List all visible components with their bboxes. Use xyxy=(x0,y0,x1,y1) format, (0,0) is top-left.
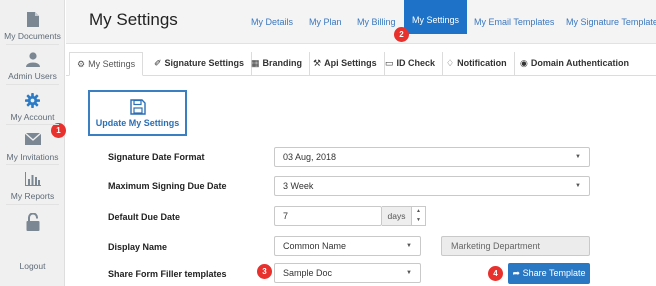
tab-branding[interactable]: ▦ Branding xyxy=(244,52,311,76)
tab-domain-authentication[interactable]: ◉ Domain Authentication xyxy=(513,52,636,76)
sidebar-item-label: Logout xyxy=(19,261,46,271)
sidebar-item-label: My Documents xyxy=(4,31,61,41)
tab-label: ID Check xyxy=(396,58,436,68)
number-spinner[interactable]: ▲ ▼ xyxy=(412,206,426,226)
share-form-filler-select[interactable]: Sample Doc ▼ xyxy=(274,263,421,283)
globe-icon: ◉ xyxy=(520,58,528,68)
tab-label: Signature Settings xyxy=(164,58,245,68)
sidebar-item-label: My Invitations xyxy=(6,152,59,162)
sidebar-item-label: Admin Users xyxy=(8,71,57,81)
save-icon xyxy=(129,99,146,115)
user-icon xyxy=(0,52,65,68)
nav-my-settings[interactable]: My Settings xyxy=(404,0,468,34)
tab-notification[interactable]: ♢ Notification xyxy=(439,52,515,76)
bell-icon: ♢ xyxy=(446,58,455,68)
nav-my-signature-templates[interactable]: My Signature Templates xyxy=(566,0,656,44)
sidebar-item-label: My Reports xyxy=(10,191,55,201)
nav-my-details[interactable]: My Details xyxy=(251,0,293,44)
signature-date-format-label: Signature Date Format xyxy=(108,152,205,162)
sidebar-item-admin-users[interactable]: Admin Users xyxy=(0,52,65,81)
share-icon: ➦ xyxy=(512,268,521,278)
display-name-readonly-field: Marketing Department xyxy=(441,236,590,256)
select-value: 03 Aug, 2018 xyxy=(283,152,337,162)
sidebar-divider xyxy=(6,124,59,125)
max-signing-due-date-select[interactable]: 3 Week ▼ xyxy=(274,176,590,196)
share-template-button[interactable]: ➦ Share Template xyxy=(508,263,590,284)
settings-tabs: ⚙ My Settings ✐ Signature Settings ▦ Brandi… xyxy=(66,52,656,76)
signature-date-format-select[interactable]: 03 Aug, 2018 ▼ xyxy=(274,147,590,167)
sidebar-item-label: My Account xyxy=(10,112,55,122)
tab-my-settings[interactable]: ⚙ My Settings xyxy=(69,52,144,76)
gear-icon xyxy=(0,93,65,109)
id-card-icon: ▭ xyxy=(385,58,394,68)
sidebar-divider xyxy=(6,44,59,45)
pen-icon: ✐ xyxy=(154,58,162,68)
chevron-up-icon[interactable]: ▲ xyxy=(412,207,425,216)
document-icon xyxy=(0,12,65,28)
sidebar-item-my-account[interactable]: My Account xyxy=(0,93,65,122)
tab-label: Domain Authentication xyxy=(530,58,630,68)
tab-label: Branding xyxy=(262,58,303,68)
chevron-down-icon: ▼ xyxy=(575,154,581,160)
select-value: 3 Week xyxy=(283,181,314,191)
lock-icon xyxy=(0,213,65,233)
update-button-label: Update My Settings xyxy=(95,118,180,128)
sidebar-item-my-invitations[interactable]: My Invitations xyxy=(0,133,65,162)
step-badge: 2 xyxy=(394,27,409,42)
bar-chart-icon xyxy=(0,172,65,188)
display-name-select[interactable]: Common Name ▼ xyxy=(274,236,421,256)
display-name-label: Display Name xyxy=(108,242,168,252)
chevron-down-icon: ▼ xyxy=(406,270,412,276)
days-unit-addon: days xyxy=(382,206,412,226)
step-badge: 3 xyxy=(257,264,272,279)
sidebar: My Documents Admin Users My Account 1 My… xyxy=(0,0,66,286)
tab-api-settings[interactable]: ⚒ Api Settings xyxy=(306,52,385,76)
share-button-label: Share Template xyxy=(522,268,586,278)
sidebar-item-my-documents[interactable]: My Documents xyxy=(0,12,65,41)
select-value: Common Name xyxy=(283,241,347,251)
sidebar-item-logout[interactable]: Logout xyxy=(0,213,65,271)
chevron-down-icon: ▼ xyxy=(406,243,412,249)
tab-label: My Settings xyxy=(88,59,136,69)
nav-my-plan[interactable]: My Plan xyxy=(309,0,342,44)
select-value: Sample Doc xyxy=(283,268,333,278)
share-form-filler-label: Share Form Filler templates xyxy=(108,269,227,279)
nav-my-billing[interactable]: My Billing xyxy=(357,0,396,44)
wrench-icon: ⚒ xyxy=(313,58,322,68)
sidebar-divider xyxy=(6,164,59,165)
page-title: My Settings xyxy=(89,10,178,29)
tab-signature-settings[interactable]: ✐ Signature Settings xyxy=(147,52,253,76)
chevron-down-icon[interactable]: ▼ xyxy=(412,216,425,225)
tab-label: Notification xyxy=(457,58,507,68)
sidebar-divider xyxy=(6,204,59,205)
gear-icon: ⚙ xyxy=(77,59,86,69)
sidebar-divider xyxy=(6,84,59,85)
tab-id-check[interactable]: ▭ ID Check xyxy=(378,52,444,76)
envelope-icon xyxy=(0,133,65,149)
default-due-date-input[interactable]: 7 xyxy=(274,206,382,226)
max-signing-due-date-label: Maximum Signing Due Date xyxy=(108,181,227,191)
update-my-settings-button[interactable]: Update My Settings xyxy=(88,90,187,136)
chevron-down-icon: ▼ xyxy=(575,183,581,189)
nav-my-email-templates[interactable]: My Email Templates xyxy=(474,0,554,44)
tab-label: Api Settings xyxy=(324,58,377,68)
default-due-date-label: Default Due Date xyxy=(108,212,181,222)
grid-icon: ▦ xyxy=(251,58,260,68)
sidebar-item-my-reports[interactable]: My Reports xyxy=(0,172,65,201)
step-badge: 4 xyxy=(488,266,503,281)
